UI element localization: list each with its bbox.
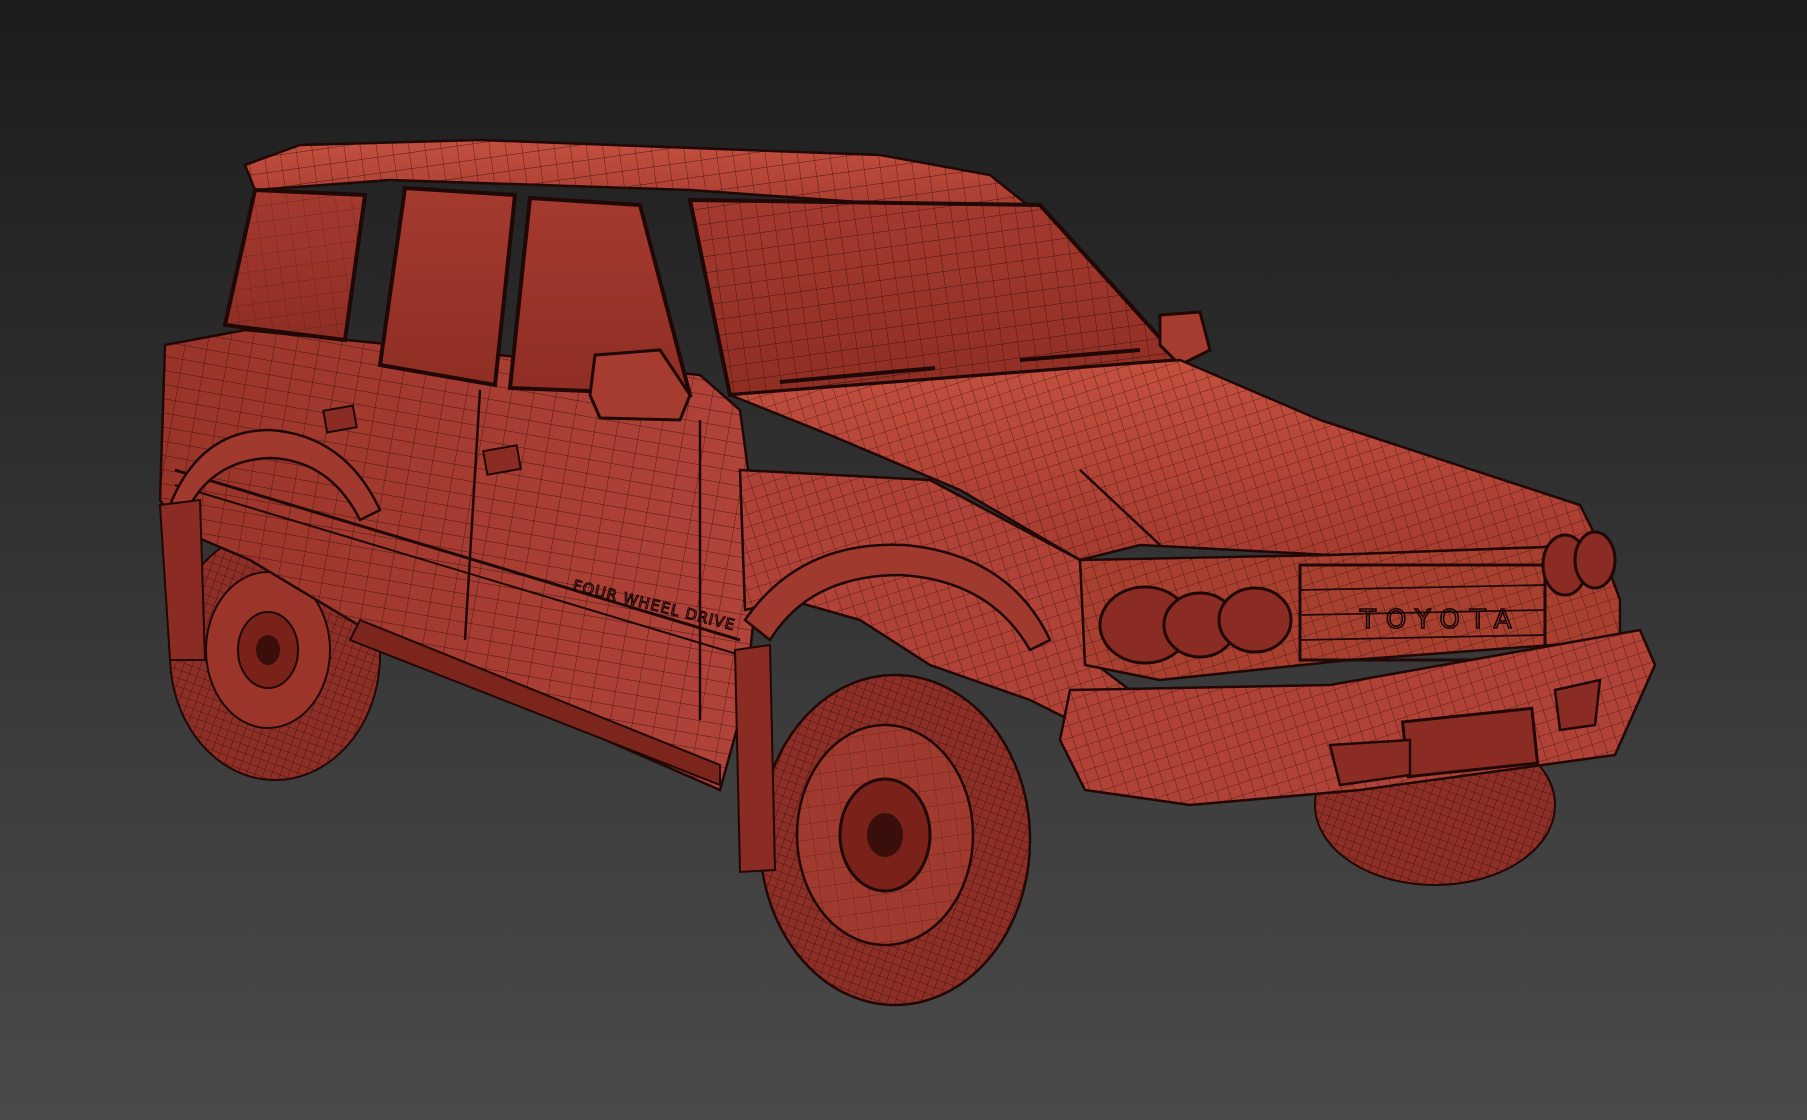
front-left-wheel xyxy=(758,673,1032,1007)
3d-viewport[interactable]: FOUR WHEEL DRIVE TOYOTA xyxy=(0,0,1807,1120)
rear-mud-flap xyxy=(158,498,207,661)
wireframe-render: FOUR WHEEL DRIVE TOYOTA xyxy=(158,138,1657,1007)
front-mud-flap xyxy=(733,643,777,874)
grille-badge-text: TOYOTA xyxy=(1359,605,1522,635)
